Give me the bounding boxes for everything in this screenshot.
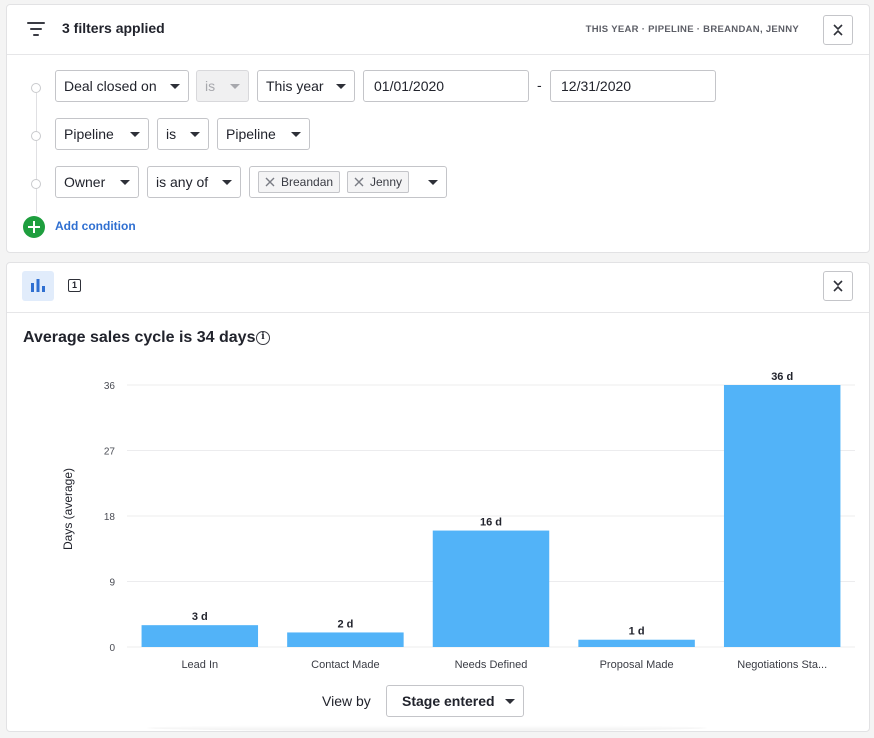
filters-panel: 3 filters applied THIS YEAR · PIPELINE ·… (6, 4, 870, 253)
bar-chart: Days (average) 0 9 18 27 36 3 d Lead In 2 d Cont… (61, 371, 855, 671)
collapse-report-button[interactable] (823, 271, 853, 301)
y-tick-label: 27 (104, 447, 116, 458)
chart-view-button[interactable] (22, 271, 54, 301)
view-by-select[interactable]: Stage entered (386, 685, 524, 717)
y-tick-label: 9 (109, 578, 115, 589)
remove-tag-icon[interactable] (265, 177, 275, 187)
report-panel: 1 Average sales cycle is 34 days i Days … (6, 262, 870, 732)
filters-title: 3 filters applied (62, 20, 165, 36)
bar (723, 385, 841, 647)
view-by-label: View by (322, 693, 371, 709)
condition-2-operator-select[interactable]: is (157, 118, 209, 150)
bar (141, 625, 259, 647)
bar (287, 632, 404, 647)
date-from-input[interactable]: 01/01/2020 (363, 70, 529, 102)
y-tick-label: 18 (104, 512, 116, 523)
report-title: Average sales cycle is 34 days (23, 329, 256, 346)
date-to-input[interactable]: 12/31/2020 (550, 70, 716, 102)
condition-1-operator-select: is (196, 70, 249, 102)
condition-2-value-select[interactable]: Pipeline (217, 118, 310, 150)
condition-dot (31, 179, 41, 189)
filters-header: 3 filters applied THIS YEAR · PIPELINE ·… (7, 5, 869, 55)
filter-icon[interactable] (27, 22, 45, 36)
scroll-shadow (147, 725, 707, 731)
x-tick-label: Needs Defined (455, 659, 528, 671)
filters-summary: THIS YEAR · PIPELINE · BREANDAN, JENNY (585, 24, 799, 35)
condition-3-operator-select[interactable]: is any of (147, 166, 241, 198)
data-label: 2 d (337, 618, 353, 630)
bar-chart-icon (31, 279, 45, 292)
condition-2-field-select[interactable]: Pipeline (55, 118, 149, 150)
owner-tag-jenny: Jenny (347, 171, 410, 193)
date-range-separator: - (537, 77, 542, 93)
data-label: 1 d (629, 626, 645, 638)
tag-label: Breandan (281, 175, 334, 189)
data-label: 3 d (192, 611, 208, 623)
x-tick-label: Contact Made (311, 659, 379, 671)
x-tick-label: Negotiations Sta... (737, 659, 827, 671)
condition-3-owner-multiselect[interactable]: Breandan Jenny (249, 166, 447, 198)
x-tick-label: Proposal Made (600, 659, 674, 671)
remove-tag-icon[interactable] (354, 177, 364, 187)
data-label: 16 d (480, 517, 502, 529)
bar (578, 639, 695, 647)
condition-1-field-select[interactable]: Deal closed on (55, 70, 189, 102)
y-tick-label: 0 (109, 643, 115, 654)
owner-tag-breandan: Breandan (258, 171, 341, 193)
collapse-icon (833, 280, 843, 292)
number-view-icon[interactable]: 1 (68, 279, 81, 292)
bar (432, 530, 550, 647)
data-label: 36 d (771, 371, 793, 383)
info-icon[interactable]: i (256, 331, 270, 345)
report-toolbar: 1 (7, 263, 869, 313)
condition-dot (31, 131, 41, 141)
collapse-filters-button[interactable] (823, 15, 853, 45)
tag-label: Jenny (370, 175, 403, 189)
collapse-icon (833, 24, 843, 36)
condition-1-period-select[interactable]: This year (257, 70, 355, 102)
y-axis-label: Days (average) (61, 468, 75, 550)
conditions-connector (36, 93, 37, 213)
y-tick-label: 36 (104, 381, 116, 392)
add-condition-icon[interactable] (23, 216, 45, 238)
condition-3-field-select[interactable]: Owner (55, 166, 139, 198)
x-tick-label: Lead In (181, 659, 218, 671)
condition-dot (31, 83, 41, 93)
add-condition-link[interactable]: Add condition (55, 219, 136, 233)
